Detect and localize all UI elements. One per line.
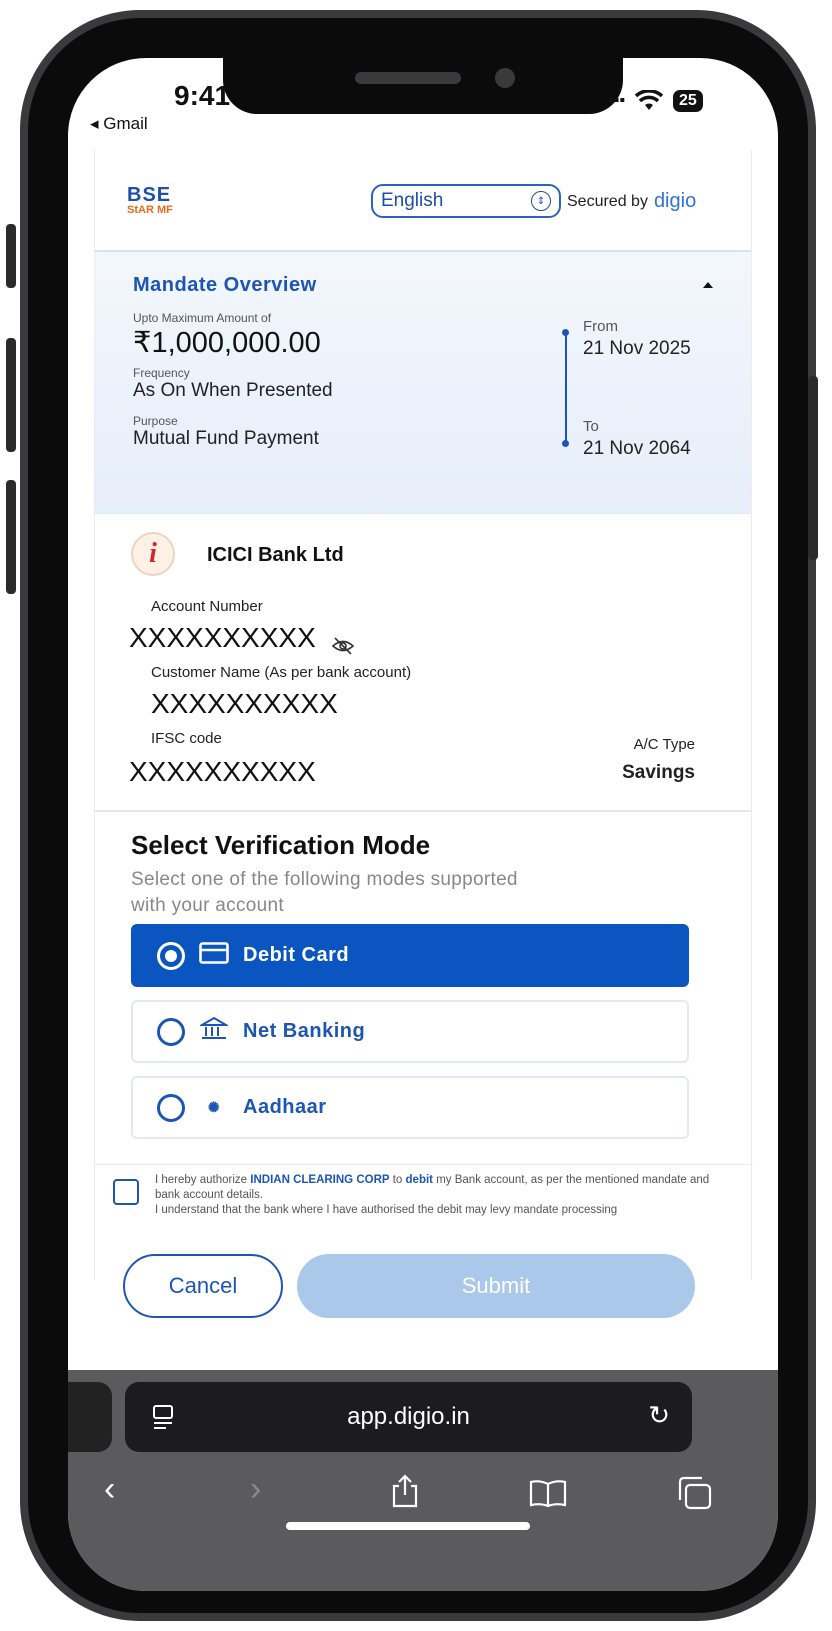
wifi-icon [635,90,664,110]
volume-up-button [6,338,16,452]
purpose-label: Purpose [133,414,178,428]
share-icon[interactable] [390,1474,420,1517]
ifsc-label: IFSC code [151,730,222,747]
mode-net-banking[interactable]: Net Banking [131,1000,689,1063]
power-button [808,376,818,560]
verification-subtitle: Select one of the following modes suppor… [131,869,518,916]
customer-name-value: XXXXXXXXXX [151,688,338,719]
volume-down-button [6,480,16,594]
page-menu-icon[interactable] [151,1404,177,1438]
bank-details: i ICICI Bank Ltd Account Number XXXXXXXX… [95,514,751,812]
collapse-caret-icon[interactable] [703,282,713,288]
previous-tab-preview[interactable] [68,1382,112,1452]
amount-label: Upto Maximum Amount of [133,311,272,325]
safari-toolbar: app.digio.in ↻ ‹ › [68,1370,778,1591]
consent-section: I hereby authorize INDIAN CLEARING CORP … [95,1164,753,1216]
aadhaar-icon: ✺ [207,1099,221,1115]
ac-type-label: A/C Type [633,736,695,753]
customer-name-label: Customer Name (As per bank account) [151,664,412,681]
verification-section: Select Verification Mode Select one of t… [95,812,751,1162]
cancel-button[interactable]: Cancel [123,1254,283,1318]
battery-indicator: 25 [673,90,703,112]
submit-button[interactable]: Submit [297,1254,695,1318]
bookmarks-icon[interactable] [528,1478,568,1517]
back-to-app-link[interactable]: ◂ Gmail [90,114,148,134]
digio-logo: digio [653,190,697,212]
secured-by: Secured by digio [567,190,697,212]
brand-header: BSE StAR MF English ⇕ Secured by digio [95,150,751,252]
bank-name: ICICI Bank Ltd [207,544,344,566]
consent-org: INDIAN CLEARING CORP [250,1174,390,1186]
consent-text: I hereby authorize INDIAN CLEARING CORP … [155,1174,710,1216]
phone-screen: 9:41 ◂ Gmail ▪▪▪ 25 BSE StAR MF English … [68,58,778,1591]
signal-icon: ▪▪▪ [608,92,626,109]
icici-logo: i [131,532,175,576]
mode-label: Aadhaar [243,1096,327,1118]
mandate-overview-panel: Mandate Overview Upto Maximum Amount of … [95,252,751,514]
back-arrow-icon[interactable]: ‹ [104,1470,115,1509]
bank-icon [198,1016,230,1048]
eye-slash-icon[interactable] [331,636,355,661]
consent-debit: debit [405,1174,434,1186]
date-timeline [562,329,569,447]
frequency-value: As On When Presented [133,380,333,401]
card-icon [199,941,229,970]
reload-icon[interactable]: ↻ [648,1400,670,1431]
from-label: From [583,318,618,335]
status-icons: ▪▪▪ 25 [608,90,703,112]
radio-unselected[interactable] [157,1017,185,1046]
verification-title: Select Verification Mode [131,830,431,860]
mode-label: Net Banking [243,1020,366,1042]
language-value: English [381,190,444,211]
mode-debit-card[interactable]: Debit Card [131,924,689,987]
ac-type-value: Savings [622,762,695,783]
to-label: To [583,418,599,435]
radio-unselected[interactable] [157,1093,185,1122]
mode-label: Debit Card [243,944,350,966]
bse-star-mf-logo: BSE StAR MF [127,183,173,216]
overview-title[interactable]: Mandate Overview [133,274,713,297]
chevron-updown-icon: ⇕ [531,191,551,211]
tabs-icon[interactable] [676,1476,712,1519]
mute-switch [6,224,16,288]
language-select[interactable]: English ⇕ [371,184,561,218]
mode-aadhaar[interactable]: ✺ Aadhaar [131,1076,689,1139]
address-bar[interactable]: app.digio.in ↻ [125,1382,692,1452]
status-time: 9:41 [174,80,231,111]
account-number-value: XXXXXXXXXX [129,622,316,653]
notch [223,58,623,114]
from-date: 21 Nov 2025 [583,338,691,359]
web-page: BSE StAR MF English ⇕ Secured by digio M… [94,150,753,1318]
consent-checkbox[interactable] [113,1179,139,1205]
forward-arrow-icon[interactable]: › [250,1470,261,1509]
ifsc-value: XXXXXXXXXX [129,756,316,787]
account-number-label: Account Number [151,598,263,615]
to-date: 21 Nov 2064 [583,438,691,459]
home-indicator [286,1522,530,1530]
url-text: app.digio.in [347,1403,470,1430]
radio-selected[interactable] [157,941,185,970]
frequency-label: Frequency [133,366,190,380]
